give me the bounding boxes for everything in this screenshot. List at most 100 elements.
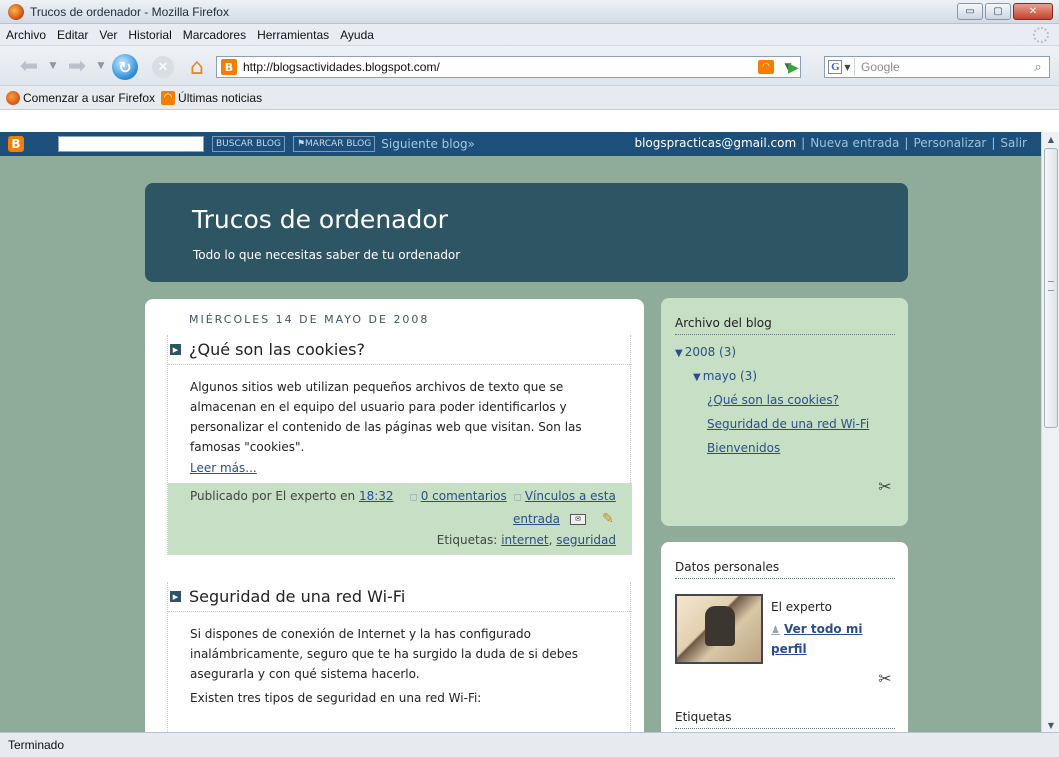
close-button[interactable]: ✕ bbox=[1013, 3, 1053, 20]
archive-title: Archivo del blog bbox=[675, 316, 895, 335]
menu-marcadores[interactable]: Marcadores bbox=[183, 28, 246, 42]
backlinks-link-continued[interactable]: entrada bbox=[513, 509, 560, 529]
label-link-seguridad[interactable]: seguridad bbox=[556, 533, 616, 547]
minimize-button[interactable]: ▭ bbox=[957, 3, 983, 20]
back-history-dropdown-icon[interactable]: ▼ bbox=[48, 58, 58, 74]
comments-link[interactable]: 0 comentarios bbox=[421, 489, 507, 503]
archive-post-link[interactable]: Bienvenidos bbox=[707, 441, 780, 455]
label-link-internet[interactable]: internet bbox=[501, 533, 548, 547]
post-meta: Publicado por El experto en 18:32 ◻ 0 com… bbox=[190, 486, 630, 508]
archive-post-link[interactable]: Seguridad de una red Wi-Fi bbox=[707, 417, 869, 431]
archive-month-label[interactable]: mayo (3) bbox=[703, 369, 757, 383]
forward-history-dropdown-icon[interactable]: ▼ bbox=[96, 58, 106, 74]
edit-widget-icon[interactable]: ✂ bbox=[875, 668, 895, 688]
firefox-icon bbox=[8, 3, 24, 20]
menu-ayuda[interactable]: Ayuda bbox=[340, 28, 374, 42]
search-blog-button[interactable]: BUSCAR BLOG bbox=[212, 136, 285, 152]
post-body: Si dispones de conexión de Internet y la… bbox=[190, 627, 578, 681]
edit-post-icon[interactable]: ✎ bbox=[600, 511, 616, 527]
post-arrow-icon: ▶ bbox=[170, 591, 181, 602]
post-title[interactable]: ¿Qué son las cookies? bbox=[189, 340, 365, 359]
archive-year[interactable]: ▼ 2008 (3) bbox=[675, 345, 736, 359]
back-icon[interactable]: ⬅ bbox=[14, 54, 44, 79]
profile-name: El experto bbox=[771, 600, 832, 614]
sign-out-link[interactable]: Salir bbox=[1000, 136, 1027, 150]
blogger-logo-icon[interactable]: B bbox=[8, 136, 24, 152]
home-icon[interactable]: ⌂ bbox=[184, 54, 210, 80]
email-post-icon[interactable]: ✉ bbox=[570, 513, 586, 525]
status-bar: Terminado bbox=[0, 732, 1059, 757]
post-title[interactable]: Seguridad de una red Wi-Fi bbox=[189, 587, 405, 606]
bookmark-label: Comenzar a usar Firefox bbox=[23, 90, 156, 105]
menu-ver[interactable]: Ver bbox=[99, 28, 117, 42]
blog-title[interactable]: Trucos de ordenador bbox=[192, 205, 448, 234]
blog-header: Trucos de ordenador Todo lo que necesita… bbox=[145, 183, 908, 282]
main-column: MIÉRCOLES 14 DE MAYO DE 2008 ▶ ¿Qué son … bbox=[145, 299, 644, 732]
archive-month[interactable]: ▼ mayo (3) bbox=[693, 369, 757, 383]
scrollbar-thumb[interactable] bbox=[1044, 148, 1058, 428]
separator: | bbox=[904, 136, 909, 150]
menu-herramientas[interactable]: Herramientas bbox=[257, 28, 329, 42]
scroll-down-icon[interactable]: ▼ bbox=[1044, 718, 1058, 732]
blog-description: Todo lo que necesitas saber de tu ordena… bbox=[193, 248, 461, 262]
menu-historial[interactable]: Historial bbox=[128, 28, 171, 42]
chevron-down-icon: ▼ bbox=[844, 62, 851, 72]
window-title-bar: Trucos de ordenador - Mozilla Firefox ▭ … bbox=[0, 0, 1059, 24]
menu-editar[interactable]: Editar bbox=[57, 28, 88, 42]
view-profile-label[interactable]: Ver todo mi perfil bbox=[771, 622, 862, 656]
expanded-triangle-icon[interactable]: ▼ bbox=[675, 348, 683, 359]
flag-blog-button[interactable]: ⚑MARCAR BLOG bbox=[292, 136, 376, 152]
expanded-triangle-icon[interactable]: ▼ bbox=[693, 372, 701, 383]
bookmark-getting-started[interactable]: Comenzar a usar Firefox bbox=[6, 90, 156, 105]
firefox-icon bbox=[6, 90, 20, 105]
scroll-up-icon[interactable]: ▲ bbox=[1044, 132, 1058, 146]
separator: | bbox=[991, 136, 996, 150]
avatar-figure bbox=[705, 606, 735, 646]
post-time-link[interactable]: 18:32 bbox=[359, 489, 394, 503]
avatar[interactable] bbox=[675, 594, 763, 664]
next-blog-link[interactable]: Siguiente blog» bbox=[381, 137, 475, 151]
archive-year-label[interactable]: 2008 (3) bbox=[685, 345, 736, 359]
backlinks-link[interactable]: Vínculos a esta bbox=[525, 489, 616, 503]
search-engine-selector[interactable]: G ▼ bbox=[825, 58, 855, 76]
profile-widget: Datos personales El experto ♟ Ver todo mi… bbox=[661, 542, 908, 732]
post-cookies: ▶ ¿Qué son las cookies? Algunos sitios w… bbox=[167, 335, 632, 555]
post-body-continued: Existen tres tipos de seguridad en una r… bbox=[190, 691, 482, 705]
navigation-toolbar: ⬅ ▼ ➡ ▼ ↻ ✕ ⌂ B http://blogsactividades.… bbox=[0, 46, 1059, 86]
post-footer: Publicado por El experto en 18:32 ◻ 0 com… bbox=[168, 483, 632, 555]
edit-widget-icon[interactable]: ✂ bbox=[875, 476, 895, 496]
search-icon[interactable]: ⌕ bbox=[1027, 60, 1049, 75]
forward-icon[interactable]: ➡ bbox=[62, 54, 92, 79]
customize-link[interactable]: Personalizar bbox=[913, 136, 986, 150]
url-text[interactable]: http://blogsactividades.blogspot.com/ bbox=[243, 60, 758, 74]
window-controls: ▭ ▢ ✕ bbox=[957, 3, 1053, 20]
stop-icon[interactable]: ✕ bbox=[152, 56, 174, 78]
bookmark-latest-news[interactable]: ◠ Últimas noticias bbox=[161, 90, 263, 105]
go-icon[interactable]: ▶ bbox=[788, 60, 799, 76]
posted-by: Publicado por El experto en bbox=[190, 489, 356, 503]
blog-search-input[interactable] bbox=[58, 136, 204, 152]
address-bar[interactable]: B http://blogsactividades.blogspot.com/ … bbox=[216, 56, 801, 78]
archive-post-link[interactable]: ¿Qué son las cookies? bbox=[707, 393, 839, 407]
menu-archivo[interactable]: Archivo bbox=[6, 28, 46, 42]
bookmark-label: Últimas noticias bbox=[178, 90, 263, 105]
view-profile-link[interactable]: ♟ Ver todo mi perfil bbox=[771, 620, 881, 658]
vertical-scrollbar[interactable]: ▲ ▼ bbox=[1041, 132, 1059, 732]
blogger-user-links: blogspracticas@gmail.com | Nueva entrada | P… bbox=[634, 136, 1027, 150]
blogger-navbar: B BUSCAR BLOG ⚑MARCAR BLOG Siguiente blo… bbox=[0, 132, 1041, 156]
blog-archive-widget: Archivo del blog ▼ 2008 (3) ▼ mayo (3) ¿Qu… bbox=[661, 298, 908, 526]
date-header: MIÉRCOLES 14 DE MAYO DE 2008 bbox=[189, 313, 430, 326]
rss-feed-icon[interactable]: ◠ bbox=[758, 60, 774, 74]
google-icon: G bbox=[828, 60, 843, 74]
reload-icon[interactable]: ↻ bbox=[112, 54, 138, 80]
page-viewport: Trucos de ordenador Todo lo que necesita… bbox=[0, 156, 1041, 732]
new-post-link[interactable]: Nueva entrada bbox=[810, 136, 899, 150]
post-title-row: ▶ Seguridad de una red Wi-Fi bbox=[168, 582, 632, 612]
link-icon: ◻ bbox=[513, 492, 522, 503]
read-more-link[interactable]: Leer más... bbox=[190, 461, 257, 475]
maximize-button[interactable]: ▢ bbox=[985, 3, 1011, 20]
post-wifi: ▶ Seguridad de una red Wi-Fi Si dispones… bbox=[167, 582, 632, 732]
search-box[interactable]: G ▼ Google ⌕ bbox=[824, 56, 1050, 78]
rss-icon: ◠ bbox=[161, 90, 176, 105]
search-placeholder[interactable]: Google bbox=[861, 60, 1027, 74]
